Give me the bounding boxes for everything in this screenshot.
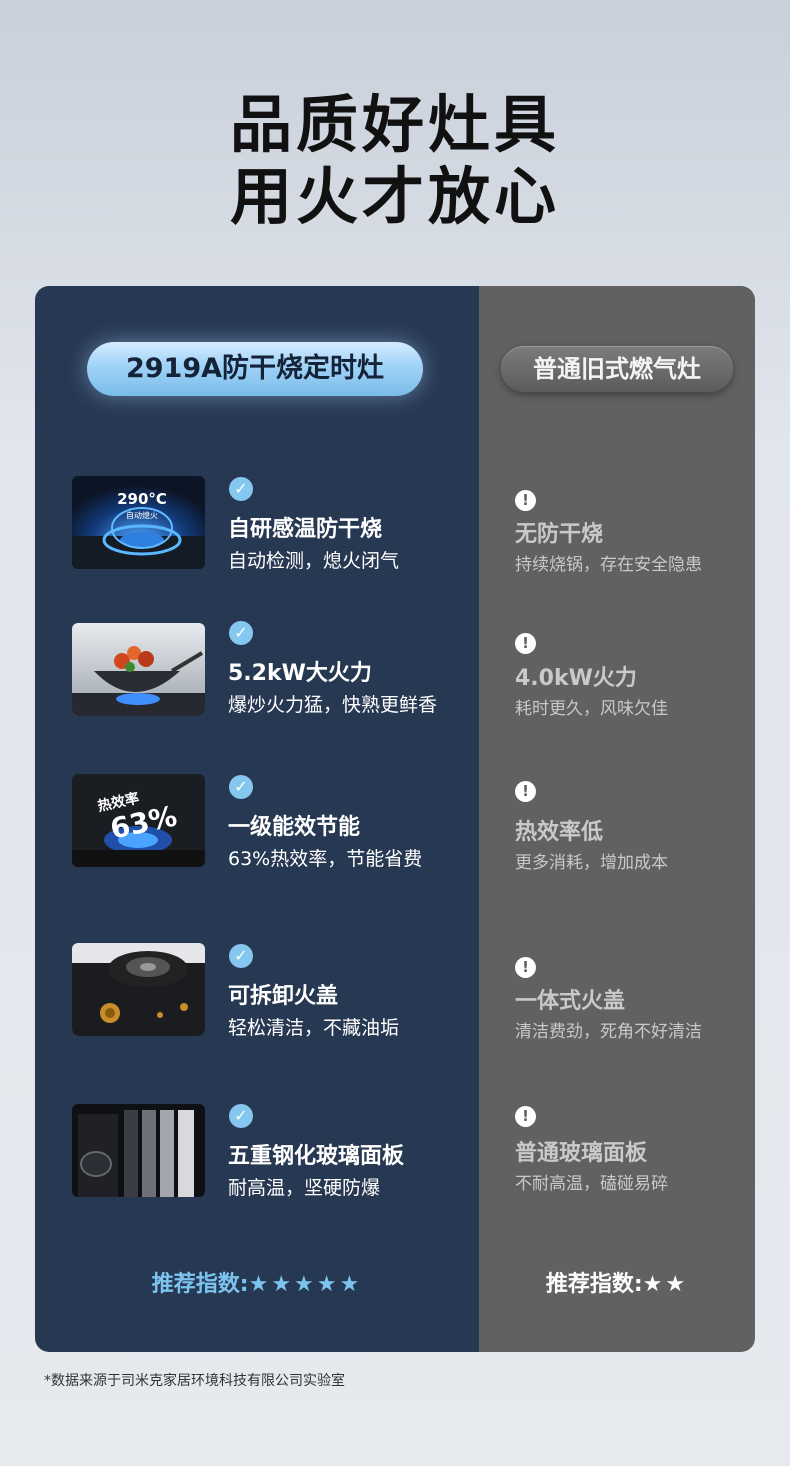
featured-product-title: 2919A防干烧定时灶 [87,342,423,396]
feature-overlay-temp: 290°C [117,490,167,508]
feature-image-burner-cap [72,943,205,1036]
check-circle-icon: ✓ [229,1104,253,1128]
featured-product-column: 2919A防干烧定时灶 290°C 自动熄火 ✓ 自研感温防干烧 自动检测，熄火… [35,286,479,1352]
drawback-subtitle: 不耐高温，磕碰易碎 [515,1174,668,1194]
feature-subtitle: 耐高温，坚硬防爆 [228,1177,381,1199]
drawback-subtitle: 清洁费劲，死角不好清洁 [515,1022,702,1042]
feature-title: 可拆卸火盖 [228,984,339,1009]
feature-title: 五重钢化玻璃面板 [228,1144,405,1169]
feature-title: 自研感温防干烧 [228,517,383,542]
score-label: 推荐指数: [151,1272,249,1297]
comparison-card: 2919A防干烧定时灶 290°C 自动熄火 ✓ 自研感温防干烧 自动检测，熄火… [35,286,755,1352]
feature-subtitle: 轻松清洁，不藏油垢 [228,1017,400,1039]
feature-subtitle: 63%热效率，节能省费 [228,848,423,870]
feature-subtitle: 爆炒火力猛，快熟更鲜香 [228,694,438,716]
old-product-title: 普通旧式燃气灶 [501,346,733,392]
drawback-title: 普通玻璃面板 [515,1141,648,1166]
feature-image-wok [72,623,205,716]
exclamation-circle-icon: ! [515,633,536,654]
exclamation-circle-icon: ! [515,490,536,511]
check-circle-icon: ✓ [229,477,253,501]
feature-image-sensor: 290°C 自动熄火 [72,476,205,569]
headline-line1: 品质好灶具 [229,88,560,161]
headline-line2: 用火才放心 [229,160,560,233]
check-circle-icon: ✓ [229,944,253,968]
score-label: 推荐指数: [545,1272,643,1297]
drawback-subtitle: 耗时更久，风味欠佳 [515,699,668,719]
exclamation-circle-icon: ! [515,781,536,802]
star-rating: ★★ [642,1272,689,1297]
drawback-title: 无防干烧 [515,522,604,547]
feature-subtitle: 自动检测，熄火闭气 [228,550,400,572]
footnote: *数据来源于司米克家居环境科技有限公司实验室 [44,1373,345,1389]
exclamation-circle-icon: ! [515,957,536,978]
feature-image-efficiency: 热效率 63% [72,774,205,867]
drawback-title: 4.0kW火力 [515,666,637,691]
feature-title: 5.2kW大火力 [228,661,372,686]
old-product-column: 普通旧式燃气灶 ! 无防干烧 持续烧锅，存在安全隐患 ! 4.0kW火力 耗时更… [479,286,755,1352]
check-circle-icon: ✓ [229,775,253,799]
drawback-subtitle: 更多消耗，增加成本 [515,853,668,873]
check-circle-icon: ✓ [229,621,253,645]
feature-image-glass-panel [72,1104,205,1197]
drawback-title: 一体式火盖 [515,989,626,1014]
recommend-score: 推荐指数:★★★★★ [35,1266,479,1298]
exclamation-circle-icon: ! [515,1106,536,1127]
star-rating: ★★★★★ [248,1272,363,1297]
feature-overlay-caption: 自动熄火 [126,510,158,520]
drawback-subtitle: 持续烧锅，存在安全隐患 [515,555,702,575]
feature-title: 一级能效节能 [228,815,361,840]
drawback-title: 热效率低 [515,820,604,845]
recommend-score: 推荐指数:★★ [479,1266,755,1298]
